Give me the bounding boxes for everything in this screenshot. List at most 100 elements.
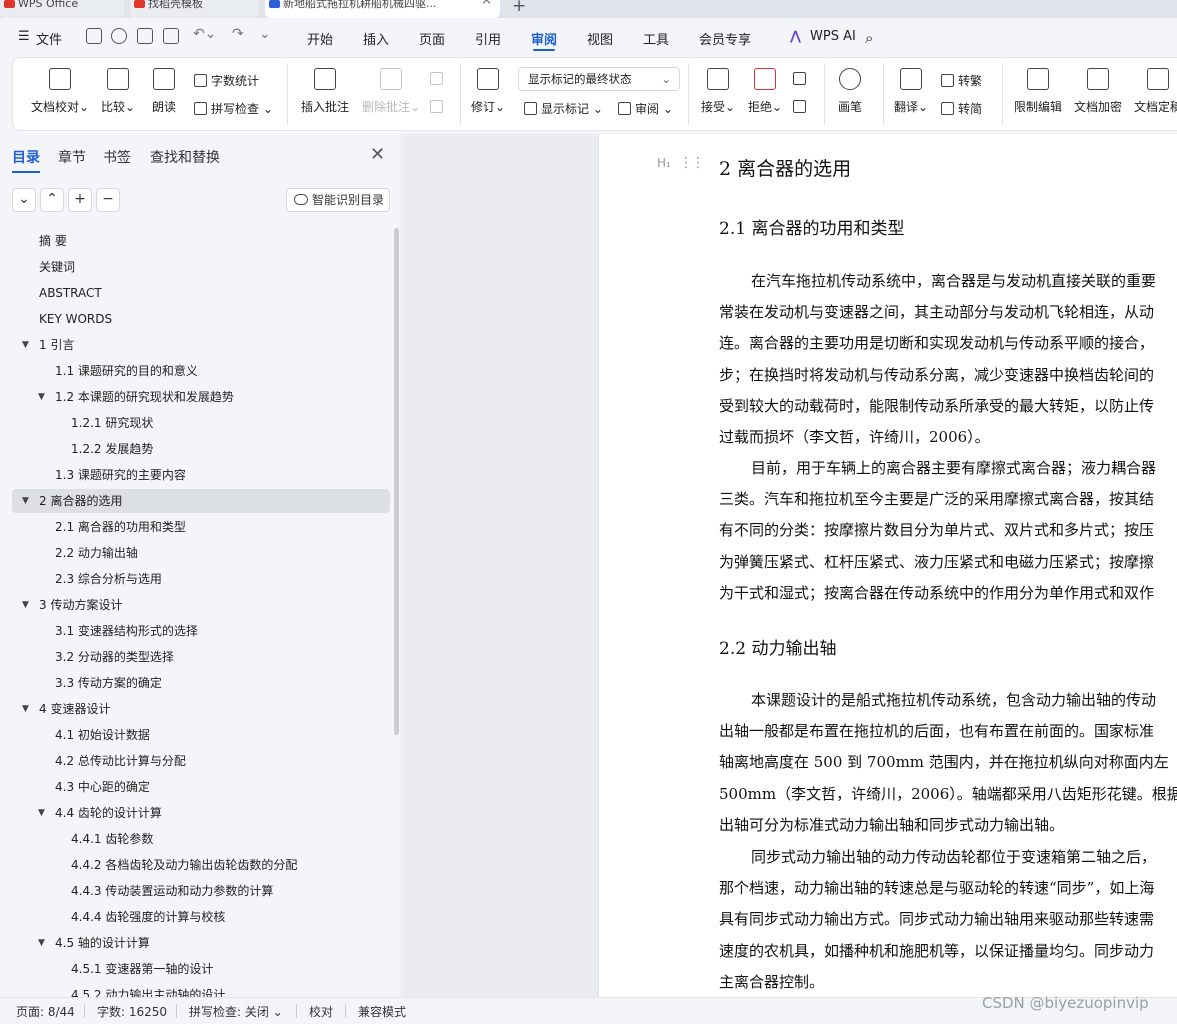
menu-review[interactable]: 审阅 — [531, 29, 557, 51]
save-icon[interactable] — [86, 28, 102, 44]
finalize-button[interactable]: 文档定稿 — [1134, 64, 1177, 115]
toc-item[interactable]: 4.1 初始设计数据 — [12, 723, 390, 747]
drag-handle-icon[interactable]: ⋮⋮ — [679, 155, 705, 171]
more-icon[interactable]: ⌄ — [259, 26, 271, 42]
proof-status[interactable]: 校对 — [309, 1003, 333, 1020]
expand-arrow-icon[interactable]: ▼ — [38, 801, 45, 825]
toc-item[interactable]: 3.2 分动器的类型选择 — [12, 645, 390, 669]
toc-item[interactable]: 2.1 离合器的功用和类型 — [12, 515, 390, 539]
menu-file[interactable]: 文件 — [36, 29, 62, 48]
reject-button[interactable]: 拒绝⌄ — [748, 64, 782, 115]
expand-up-icon[interactable]: ⌃ — [40, 188, 64, 212]
tab-wps-office[interactable]: WPS Office — [0, 0, 124, 18]
tab-bookmarks[interactable]: 书签 — [103, 147, 131, 167]
search-icon[interactable]: ⌕ — [865, 29, 873, 47]
tab-find-replace[interactable]: 查找和替换 — [150, 147, 220, 167]
toc-item[interactable]: 4.4.4 齿轮强度的计算与校核 — [12, 905, 390, 929]
page-indicator[interactable]: 页面: 8/44 — [16, 1003, 75, 1020]
redo-icon[interactable]: ↷ — [232, 26, 244, 42]
toc-item[interactable]: 1.3 课题研究的主要内容 — [12, 463, 390, 487]
menu-insert[interactable]: 插入 — [363, 29, 389, 48]
toc-item[interactable]: 关键词 — [12, 255, 390, 279]
toc-item[interactable]: ▼ 3 传动方案设计 — [12, 593, 390, 617]
toc-item[interactable]: 3.3 传动方案的确定 — [12, 671, 390, 695]
prev-revision-icon[interactable] — [793, 72, 810, 86]
to-traditional-button[interactable]: 转繁 — [941, 72, 982, 89]
show-markup-button[interactable]: 显示标记 ⌄ — [524, 100, 603, 117]
word-count-button[interactable]: 字数统计 — [194, 72, 259, 89]
toc-item[interactable]: ABSTRACT — [12, 281, 390, 305]
tab-toc[interactable]: 目录 — [12, 147, 40, 173]
review-pane-button[interactable]: 审阅 ⌄ — [618, 100, 673, 117]
toc-item[interactable]: ▼ 1 引言 — [12, 333, 390, 357]
next-revision-icon[interactable] — [793, 100, 810, 114]
menu-member[interactable]: 会员专享 — [699, 29, 751, 48]
hamburger-icon[interactable]: ☰ — [18, 29, 30, 44]
restrict-edit-button[interactable]: 限制编辑 — [1014, 64, 1062, 115]
menu-page[interactable]: 页面 — [419, 29, 445, 48]
collapse-down-icon[interactable]: ⌄ — [12, 188, 36, 212]
close-tab-icon[interactable]: × — [481, 0, 492, 7]
prev-comment-icon[interactable] — [430, 72, 447, 86]
expand-arrow-icon[interactable]: ▼ — [22, 489, 29, 513]
toc-item[interactable]: 摘 要 — [12, 229, 390, 253]
tab-document[interactable]: 新地船式拖拉机耕船机械四驱... × — [265, 0, 500, 18]
toc-item[interactable]: 4.2 总传动比计算与分配 — [12, 749, 390, 773]
remove-heading-icon[interactable]: − — [96, 188, 120, 212]
markup-state-select[interactable]: 显示标记的最终状态 ⌄ — [518, 67, 680, 91]
undo-icon[interactable]: ↶⌄ — [193, 26, 216, 42]
toc-item[interactable]: ▼ 2 离合器的选用 — [12, 489, 390, 513]
close-pane-icon[interactable]: ✕ — [370, 144, 385, 165]
menu-home[interactable]: 开始 — [307, 29, 333, 48]
pen-button[interactable]: 画笔 — [838, 64, 862, 115]
accept-button[interactable]: 接受⌄ — [701, 64, 735, 115]
toc-item[interactable]: 1.2.2 发展趋势 — [12, 437, 390, 461]
menu-wps-ai[interactable]: WPS AI — [810, 29, 856, 44]
spell-check-status[interactable]: 拼写检查: 关闭 ⌄ — [189, 1003, 283, 1020]
expand-arrow-icon[interactable]: ▼ — [22, 333, 29, 357]
toc-item[interactable]: 4.5.2 动力输出主动轴的设计 — [12, 983, 390, 997]
expand-arrow-icon[interactable]: ▼ — [38, 385, 45, 409]
toc-scrollbar[interactable] — [394, 228, 399, 735]
new-tab-icon[interactable]: + — [512, 0, 526, 16]
toc-item[interactable]: ▼ 4.4 齿轮的设计计算 — [12, 801, 390, 825]
menu-view[interactable]: 视图 — [587, 29, 613, 48]
toc-item[interactable]: 4.4.1 齿轮参数 — [12, 827, 390, 851]
next-comment-icon[interactable] — [430, 100, 447, 114]
toc-item[interactable]: 2.3 综合分析与选用 — [12, 567, 390, 591]
menu-references[interactable]: 引用 — [475, 29, 501, 48]
translate-button[interactable]: 翻译⌄ — [894, 64, 928, 115]
toc-item[interactable]: ▼ 1.2 本课题的研究现状和发展趋势 — [12, 385, 390, 409]
expand-arrow-icon[interactable]: ▼ — [22, 593, 29, 617]
add-heading-icon[interactable]: + — [68, 188, 92, 212]
toc-item[interactable]: 3.1 变速器结构形式的选择 — [12, 619, 390, 643]
tab-chapters[interactable]: 章节 — [58, 147, 86, 167]
toc-item[interactable]: ▼ 4 变速器设计 — [12, 697, 390, 721]
spell-check-button[interactable]: 拼写检查 ⌄ — [194, 100, 273, 117]
toc-item[interactable]: 4.5.1 变速器第一轴的设计 — [12, 957, 390, 981]
doc-check-button[interactable]: 文档校对⌄ — [31, 64, 89, 115]
expand-arrow-icon[interactable]: ▼ — [38, 931, 45, 955]
toc-item[interactable]: 1.1 课题研究的目的和意义 — [12, 359, 390, 383]
insert-comment-button[interactable]: 插入批注 — [301, 64, 349, 115]
encrypt-button[interactable]: 文档加密 — [1074, 64, 1122, 115]
delete-comment-button[interactable]: 删除批注⌄ — [362, 64, 420, 115]
tab-template[interactable]: 找稻壳模板 — [130, 0, 258, 18]
toc-item[interactable]: KEY WORDS — [12, 307, 390, 331]
toc-item[interactable]: 1.2.1 研究现状 — [12, 411, 390, 435]
revise-button[interactable]: 修订⌄ — [471, 64, 505, 115]
smart-toc-button[interactable]: 智能识别目录 — [286, 188, 390, 212]
share-icon[interactable] — [111, 28, 127, 44]
print-preview-icon[interactable] — [163, 28, 179, 44]
toc-item[interactable]: 4.4.2 各档齿轮及动力输出齿轮齿数的分配 — [12, 853, 390, 877]
compare-button[interactable]: 比较⌄ — [101, 64, 135, 115]
word-count-status[interactable]: 字数: 16250 — [97, 1003, 167, 1020]
read-aloud-button[interactable]: 朗读 — [152, 64, 176, 115]
menu-tools[interactable]: 工具 — [643, 29, 669, 48]
toc-item[interactable]: 4.4.3 传动装置运动和动力参数的计算 — [12, 879, 390, 903]
print-icon[interactable] — [137, 28, 153, 44]
expand-arrow-icon[interactable]: ▼ — [22, 697, 29, 721]
toc-item[interactable]: 2.2 动力输出轴 — [12, 541, 390, 565]
toc-item[interactable]: 4.3 中心距的确定 — [12, 775, 390, 799]
to-simplified-button[interactable]: 转简 — [941, 100, 982, 117]
